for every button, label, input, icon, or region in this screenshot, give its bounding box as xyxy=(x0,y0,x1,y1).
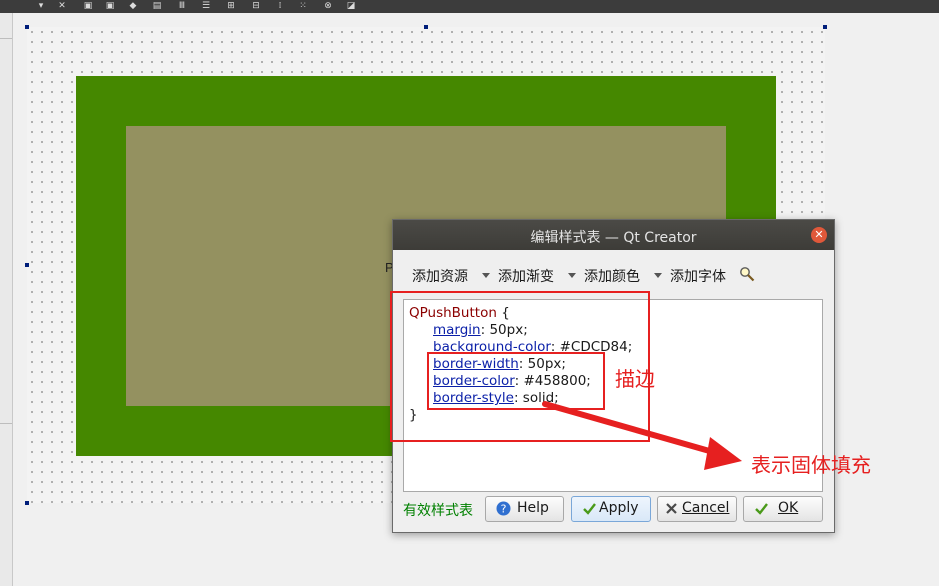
annotation-arrow xyxy=(542,401,742,470)
